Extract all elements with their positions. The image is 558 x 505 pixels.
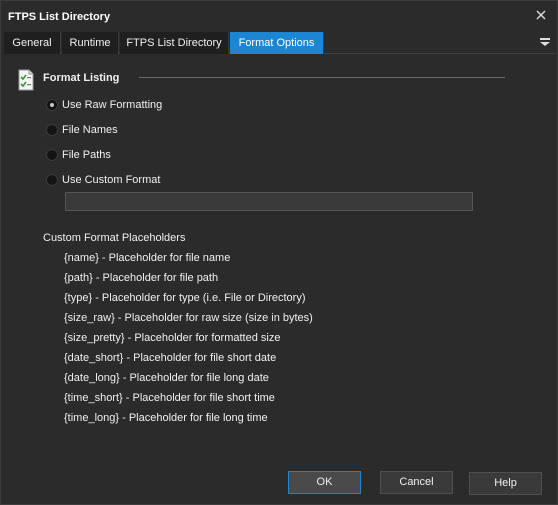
- menu-icon: [540, 38, 550, 46]
- tab-menu-button[interactable]: [538, 35, 552, 49]
- close-button[interactable]: [531, 5, 551, 25]
- title-bar: FTPS List Directory: [1, 1, 557, 31]
- section-title: Format Listing: [43, 72, 120, 84]
- placeholder-item: {name} - Placeholder for file name: [64, 252, 231, 264]
- radio-indicator[interactable]: [46, 174, 58, 186]
- dialog-window: FTPS List Directory General Runtime FTPS…: [0, 0, 558, 505]
- radio-label: File Names: [62, 124, 118, 136]
- placeholder-item: {time_long} - Placeholder for file long …: [64, 412, 268, 424]
- help-button[interactable]: Help: [469, 472, 542, 495]
- radio-label: File Paths: [62, 149, 111, 161]
- tab-format-options[interactable]: Format Options: [230, 32, 324, 54]
- tab-runtime[interactable]: Runtime: [62, 32, 119, 54]
- radio-indicator[interactable]: [46, 99, 58, 111]
- checklist-document-icon: [18, 69, 34, 91]
- custom-format-input[interactable]: [65, 192, 473, 211]
- tab-bar: General Runtime FTPS List Directory Form…: [4, 32, 556, 54]
- radio-indicator[interactable]: [46, 124, 58, 136]
- tab-ftps-list-directory[interactable]: FTPS List Directory: [120, 32, 229, 54]
- placeholder-item: {date_short} - Placeholder for file shor…: [64, 352, 277, 364]
- radio-indicator[interactable]: [46, 149, 58, 161]
- radio-use-custom-format[interactable]: Use Custom Format: [46, 172, 160, 188]
- window-title: FTPS List Directory: [8, 11, 111, 23]
- radio-label: Use Raw Formatting: [62, 99, 163, 111]
- placeholder-item: {time_short} - Placeholder for file shor…: [64, 392, 275, 404]
- tab-general[interactable]: General: [4, 32, 61, 54]
- ok-button[interactable]: OK: [288, 471, 361, 494]
- section-divider: [139, 77, 505, 78]
- placeholder-item: {date_long} - Placeholder for file long …: [64, 372, 269, 384]
- placeholder-item: {path} - Placeholder for file path: [64, 272, 219, 284]
- radio-use-raw-formatting[interactable]: Use Raw Formatting: [46, 97, 162, 113]
- placeholders-list: {name} - Placeholder for file name {path…: [64, 252, 313, 432]
- placeholder-item: {size_pretty} - Placeholder for formatte…: [64, 332, 281, 344]
- cancel-button[interactable]: Cancel: [380, 471, 453, 494]
- close-icon: [536, 10, 546, 20]
- radio-file-names[interactable]: File Names: [46, 122, 118, 138]
- format-options-panel: Format Listing Use Raw Formatting File N…: [4, 55, 556, 453]
- radio-file-paths[interactable]: File Paths: [46, 147, 111, 163]
- placeholder-item: {size_raw} - Placeholder for raw size (s…: [64, 312, 313, 324]
- radio-label: Use Custom Format: [62, 174, 161, 186]
- placeholders-title: Custom Format Placeholders: [43, 232, 186, 244]
- placeholder-item: {type} - Placeholder for type (i.e. File…: [64, 292, 306, 304]
- dialog-footer: OK Cancel Help: [1, 453, 557, 504]
